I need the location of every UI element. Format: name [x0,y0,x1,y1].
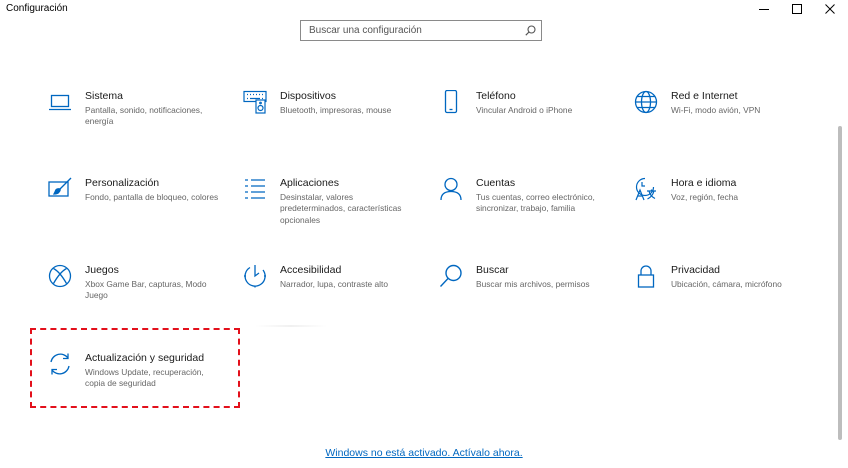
globe-icon [634,90,658,114]
tile-title: Red e Internet [671,90,738,102]
tile-title: Dispositivos [280,90,337,102]
tile-buscar[interactable]: Buscar Buscar mis archivos, permisos [439,264,629,336]
tile-title: Privacidad [671,264,721,276]
minimize-icon [759,9,769,10]
tile-title: Buscar [476,264,509,276]
accessibility-timer-icon [243,264,267,288]
search-input[interactable] [301,21,524,40]
divider [255,325,327,327]
tile-title: Personalización [85,177,160,189]
xbox-icon [48,264,72,288]
tile-title: Hora e idioma [671,177,737,189]
tile-hora[interactable]: Hora e idioma Voz, región, fecha [634,177,824,249]
tile-telefono[interactable]: Teléfono Vincular Android o iPhone [439,90,629,162]
phone-icon [439,90,463,114]
tile-personalizacion[interactable]: Personalización Fondo, pantalla de bloqu… [48,177,238,249]
tile-description: Desinstalar, valores predeterminados, ca… [280,192,402,225]
tile-description: Xbox Game Bar, capturas, Modo Juego [85,279,207,301]
lock-icon [634,264,658,288]
title-bar: Configuración [0,0,848,18]
tile-title: Actualización y seguridad [85,352,205,364]
keyboard-speaker-icon [243,90,267,114]
person-icon [439,177,463,201]
tile-cuentas[interactable]: Cuentas Tus cuentas, correo electrónico,… [439,177,629,249]
tile-actualizacion[interactable]: Actualización y seguridad Windows Update… [48,352,238,424]
tile-title: Accesibilidad [280,264,342,276]
maximize-button[interactable] [781,0,813,18]
close-icon [825,4,835,14]
tile-description: Pantalla, sonido, notificaciones, energí… [85,105,203,127]
tile-description: Buscar mis archivos, permisos [476,279,590,289]
time-language-icon [634,177,658,201]
activation-link[interactable]: Windows no está activado. Actívalo ahora… [325,447,522,459]
tile-description: Windows Update, recuperación, copia de s… [85,367,204,389]
tile-privacidad[interactable]: Privacidad Ubicación, cámara, micrófono [634,264,824,336]
tile-dispositivos[interactable]: Dispositivos Bluetooth, impresoras, mous… [243,90,433,162]
window-title: Configuración [6,3,68,14]
minimize-button[interactable] [748,0,780,18]
tile-description: Wi-Fi, modo avión, VPN [671,105,761,115]
close-button[interactable] [814,0,846,18]
tile-title: Teléfono [476,90,516,102]
search-icon[interactable] [525,25,536,36]
tile-title: Juegos [85,264,119,276]
tile-sistema[interactable]: Sistema Pantalla, sonido, notificaciones… [48,90,238,162]
apps-list-icon [243,177,267,201]
tile-aplicaciones[interactable]: Aplicaciones Desinstalar, valores predet… [243,177,433,249]
scrollbar[interactable] [838,126,842,440]
tile-description: Bluetooth, impresoras, mouse [280,105,392,115]
tile-title: Aplicaciones [280,177,339,189]
maximize-icon [792,4,802,14]
tile-description: Fondo, pantalla de bloqueo, colores [85,192,219,202]
tile-title: Sistema [85,90,123,102]
tile-title: Cuentas [476,177,516,189]
tile-description: Ubicación, cámara, micrófono [671,279,782,289]
tile-description: Voz, región, fecha [671,192,739,202]
tile-red[interactable]: Red e Internet Wi-Fi, modo avión, VPN [634,90,824,162]
tile-juegos[interactable]: Juegos Xbox Game Bar, capturas, Modo Jue… [48,264,238,336]
search-box[interactable] [300,20,542,41]
magnifier-icon [439,264,463,288]
tile-description: Tus cuentas, correo electrónico, sincron… [476,192,595,214]
paint-icon [48,177,72,201]
tile-description: Vincular Android o iPhone [476,105,573,115]
activation-area: Windows no está activado. Actívalo ahora… [0,443,848,461]
tile-description: Narrador, lupa, contraste alto [280,279,389,289]
laptop-icon [48,90,72,114]
sync-icon [48,352,72,376]
